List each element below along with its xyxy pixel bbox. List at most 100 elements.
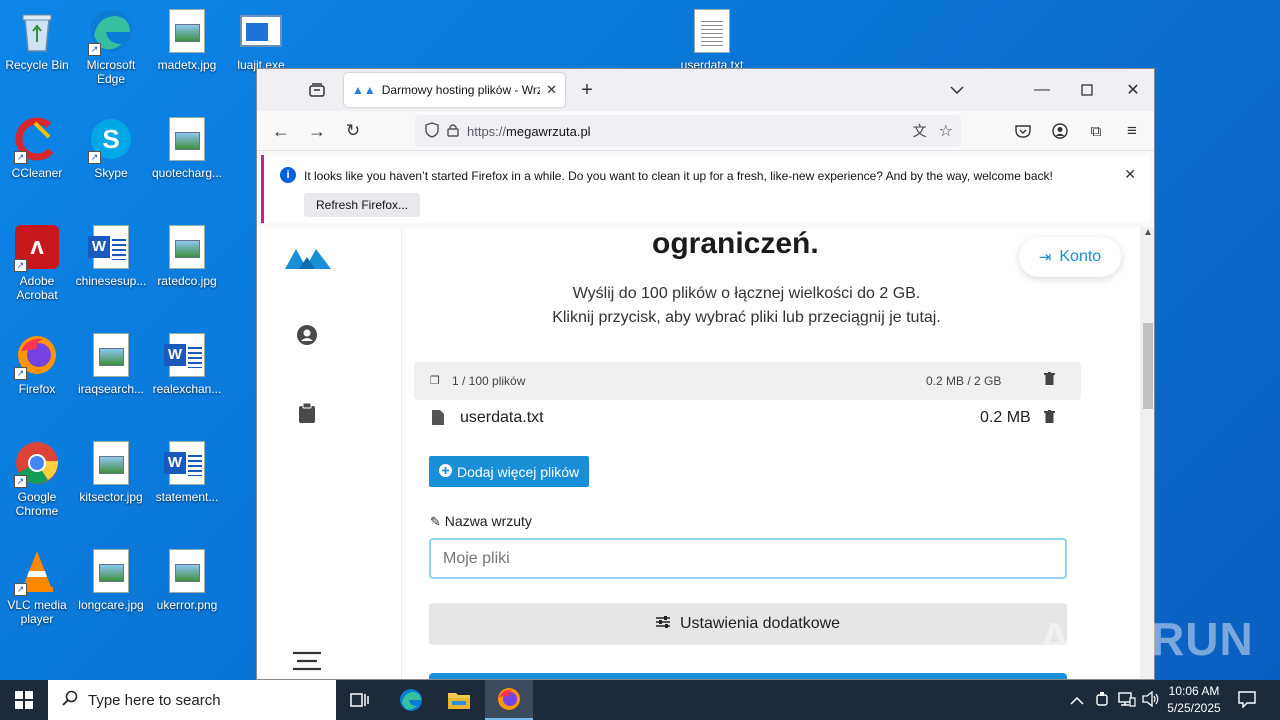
konto-button[interactable]: ⇥ Konto bbox=[1019, 237, 1121, 277]
desktop-icon-quotecharg[interactable]: quotecharg... bbox=[150, 116, 224, 180]
desktop-icon-ccleaner[interactable]: ↗ CCleaner bbox=[0, 116, 74, 180]
desktop-icon-userdata-txt[interactable]: userdata.txt bbox=[675, 8, 749, 72]
desktop-icon-label: Adobe Acrobat bbox=[16, 274, 58, 302]
executable-icon bbox=[238, 8, 284, 54]
close-window-button[interactable]: ✕ bbox=[1119, 76, 1147, 104]
taskbar-file-explorer-icon[interactable] bbox=[435, 680, 483, 720]
acrobat-icon: ʌ ↗ bbox=[14, 224, 60, 272]
reload-icon[interactable]: ↻ bbox=[339, 117, 367, 145]
image-file-icon bbox=[164, 8, 210, 54]
new-tab-button[interactable]: + bbox=[573, 76, 601, 104]
usb-device-icon[interactable] bbox=[1094, 691, 1110, 712]
taskbar-search-box[interactable]: Type here to search bbox=[48, 680, 336, 720]
files-count: 1 / 100 plików bbox=[452, 374, 526, 388]
desktop-icon-ukerror[interactable]: ukerror.png bbox=[150, 548, 224, 612]
desktop-icon-kitsector[interactable]: kitsector.jpg bbox=[74, 440, 148, 504]
megawrzuta-logo-icon[interactable] bbox=[285, 245, 331, 274]
volume-icon[interactable] bbox=[1142, 690, 1160, 712]
list-all-tabs-chevron-down-icon[interactable] bbox=[943, 76, 971, 104]
desktop-icon-firefox[interactable]: ↗ Firefox bbox=[0, 332, 74, 396]
refresh-firefox-button[interactable]: Refresh Firefox... bbox=[304, 193, 421, 217]
desktop-icon-label: VLC media player bbox=[7, 598, 67, 626]
extensions-puzzle-icon[interactable]: ⧉ bbox=[1082, 117, 1110, 145]
desktop-icon-madetx[interactable]: madetx.jpg bbox=[150, 8, 224, 72]
trash-file-icon[interactable] bbox=[1044, 410, 1055, 428]
task-view-icon[interactable] bbox=[336, 680, 384, 720]
clock-date: 5/25/2025 bbox=[1167, 701, 1221, 715]
desktop-icon-microsoft-edge[interactable]: ↗ Microsoft Edge bbox=[74, 8, 148, 86]
desktop-icon-google-chrome[interactable]: ↗ Google Chrome bbox=[0, 440, 74, 518]
desktop-icon-luajit[interactable]: luajit.exe bbox=[224, 8, 298, 72]
desktop-icon-chinesesup[interactable]: W chinesesup... bbox=[74, 224, 148, 288]
maximize-button[interactable] bbox=[1073, 76, 1101, 104]
files-total-size: 0.2 MB / 2 GB bbox=[926, 374, 1002, 388]
clipboard-icon[interactable] bbox=[299, 402, 315, 428]
desktop-icon-vlc[interactable]: ↗ VLC media player bbox=[0, 548, 74, 626]
file-icon bbox=[432, 410, 444, 430]
menu-lines-icon[interactable] bbox=[293, 651, 321, 676]
desktop-icon-label: ukerror.png bbox=[156, 598, 218, 612]
desktop-icon-label: Google Chrome bbox=[15, 490, 59, 518]
word-document-icon: W bbox=[164, 440, 210, 486]
desktop-icon-adobe-acrobat[interactable]: ʌ ↗ Adobe Acrobat bbox=[0, 224, 74, 302]
megawrzuta-favicon-icon: ▲▲ bbox=[352, 83, 376, 97]
desktop-icon-iraqsearch[interactable]: iraqsearch... bbox=[74, 332, 148, 396]
trash-all-icon[interactable] bbox=[1044, 372, 1055, 388]
upload-name-placeholder: Moje pliki bbox=[443, 549, 510, 567]
page-content: ograniczeń. ⇥ Konto Wyślij do 100 plików… bbox=[257, 227, 1154, 679]
minimize-button[interactable]: — bbox=[1028, 76, 1056, 104]
scroll-up-icon[interactable]: ▲ bbox=[1143, 227, 1153, 238]
desktop-icon-label: realexchan... bbox=[152, 382, 222, 396]
desktop-icon-label: Skype bbox=[94, 166, 128, 180]
lock-icon[interactable] bbox=[447, 123, 459, 140]
taskbar-clock[interactable]: 10:06 AM 5/25/2025 bbox=[1162, 683, 1226, 717]
show-hidden-icons-chevron-up-icon[interactable] bbox=[1070, 692, 1084, 710]
desktop-icon-realexchan[interactable]: W realexchan... bbox=[150, 332, 224, 396]
tab-megawrzuta[interactable]: ▲▲ Darmowy hosting plików - Wrzuta ✕ bbox=[344, 73, 565, 107]
menu-hamburger-icon[interactable]: ≡ bbox=[1118, 117, 1146, 145]
translate-icon[interactable]: 文 bbox=[913, 121, 927, 141]
upload-instruction-text: Kliknij przycisk, aby wybrać pliki lub p… bbox=[552, 309, 941, 326]
image-file-icon bbox=[88, 548, 134, 594]
close-tab-icon[interactable]: ✕ bbox=[546, 82, 557, 98]
file-row: userdata.txt 0.2 MB bbox=[414, 407, 1081, 437]
bookmark-star-icon[interactable]: ☆ bbox=[939, 121, 953, 141]
taskbar-search-placeholder: Type here to search bbox=[88, 691, 221, 709]
firefox-view-button[interactable] bbox=[303, 76, 331, 104]
add-more-files-button[interactable]: Dodaj więcej plików bbox=[429, 456, 590, 487]
shield-icon[interactable] bbox=[425, 121, 439, 141]
desktop-icon-label: longcare.jpg bbox=[78, 598, 144, 612]
desktop-icon-label: Recycle Bin bbox=[5, 58, 69, 72]
image-file-icon bbox=[88, 332, 134, 378]
url-host: megawrzuta.pl bbox=[506, 123, 591, 139]
user-icon[interactable] bbox=[297, 325, 317, 350]
upload-name-input[interactable]: Moje pliki bbox=[429, 538, 1067, 579]
notifications-icon[interactable] bbox=[1238, 691, 1256, 713]
upload-button[interactable] bbox=[429, 673, 1067, 679]
desktop-icon-ratedco[interactable]: ratedco.jpg bbox=[150, 224, 224, 288]
pocket-icon[interactable] bbox=[1009, 117, 1037, 145]
desktop-icon-label: ratedco.jpg bbox=[157, 274, 217, 288]
taskbar-edge-icon[interactable] bbox=[387, 680, 435, 720]
network-icon[interactable] bbox=[1118, 691, 1136, 712]
scrollbar-thumb[interactable] bbox=[1143, 323, 1153, 409]
desktop-icon-longcare[interactable]: longcare.jpg bbox=[74, 548, 148, 612]
nav-bar: ← → ↻ https://megawrzuta.pl 文 ☆ ⧉ ≡ bbox=[257, 111, 1154, 151]
close-notification-icon[interactable]: ✕ bbox=[1124, 166, 1136, 183]
desktop-icon-label: iraqsearch... bbox=[77, 382, 145, 396]
taskbar-firefox-icon[interactable] bbox=[485, 680, 533, 720]
desktop-icon-statement[interactable]: W statement... bbox=[150, 440, 224, 504]
desktop-icon-skype[interactable]: S ↗ Skype bbox=[74, 116, 148, 180]
additional-settings-button[interactable]: Ustawienia dodatkowe bbox=[429, 603, 1067, 645]
recycle-bin-icon bbox=[14, 8, 60, 54]
url-bar[interactable]: https://megawrzuta.pl 文 ☆ bbox=[415, 115, 961, 147]
upload-name-label-text: Nazwa wrzuty bbox=[444, 513, 532, 529]
desktop-icon-recycle-bin[interactable]: Recycle Bin bbox=[0, 8, 74, 72]
account-icon[interactable] bbox=[1046, 117, 1074, 145]
back-arrow-icon[interactable]: ← bbox=[267, 117, 295, 145]
desktop-icon-label: madetx.jpg bbox=[157, 58, 217, 72]
start-button[interactable] bbox=[0, 680, 48, 720]
forward-arrow-icon[interactable]: → bbox=[303, 117, 331, 145]
image-file-icon bbox=[164, 224, 210, 270]
sliders-icon bbox=[655, 615, 670, 633]
